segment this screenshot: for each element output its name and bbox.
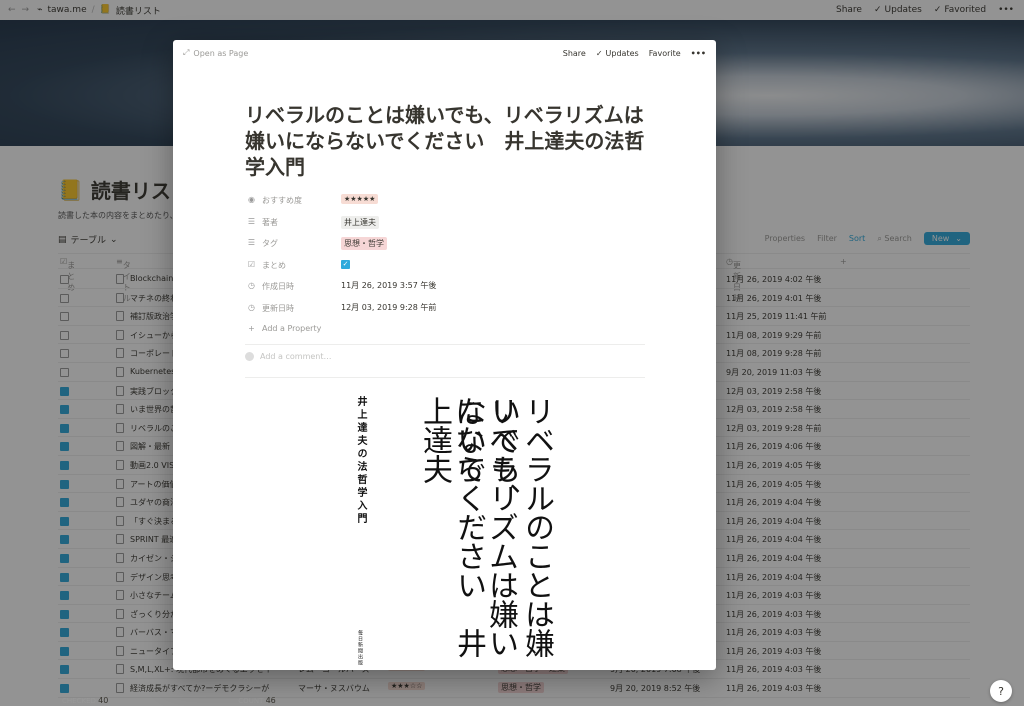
property-label: 著者 xyxy=(262,217,278,227)
modal-toolbar: ⤢ Open as Page Share ✓ Updates Favorite ••… xyxy=(173,40,716,66)
updates-button[interactable]: ✓ Updates xyxy=(596,49,639,58)
help-button[interactable]: ? xyxy=(990,680,1012,702)
add-property-button[interactable]: + Add a Property xyxy=(245,319,645,341)
tag-value: 思想・哲学 xyxy=(341,237,387,250)
plus-icon: + xyxy=(248,324,255,333)
updated-value: 12月 03, 2019 9:28 午前 xyxy=(341,302,437,312)
avatar xyxy=(245,352,254,361)
checked-label: CHECKED xyxy=(62,697,96,705)
property-label: おすすめ度 xyxy=(262,196,302,205)
count-summary: COUNT 46 xyxy=(238,696,275,705)
divider xyxy=(245,377,645,378)
created-value: 11月 26, 2019 3:57 午後 xyxy=(341,281,437,290)
updates-label: Updates xyxy=(605,48,639,58)
comment-input[interactable]: Add a comment… xyxy=(245,352,331,361)
comment-placeholder: Add a comment… xyxy=(260,352,332,361)
property-author[interactable]: ☰ 著者 井上達夫 xyxy=(245,212,645,234)
book-title-line-3: ないでください 井上達夫 xyxy=(417,396,486,657)
table-footer: CHECKED 40 COUNT 46 xyxy=(62,696,276,705)
list-icon: ☰ xyxy=(247,238,256,247)
property-summary[interactable]: ☑ まとめ ✓ xyxy=(245,255,645,277)
count-value: 46 xyxy=(265,696,276,705)
book-subtitle: 井上達夫の法哲学入門 xyxy=(355,396,366,526)
property-label: 更新日時 xyxy=(262,303,294,313)
add-property-label: Add a Property xyxy=(262,324,322,333)
divider xyxy=(245,344,645,345)
select-icon: ◉ xyxy=(248,195,255,204)
property-created[interactable]: ◷ 作成日時 11月 26, 2019 3:57 午後 xyxy=(245,276,645,298)
book-cover-image: リベラルのことは嫌いでも、 リベラリズムは嫌いになら ないでください 井上達夫 … xyxy=(333,380,563,670)
checked-value: 40 xyxy=(98,696,109,705)
open-as-page-label: Open as Page xyxy=(193,48,249,58)
property-tag[interactable]: ☰ タグ 思想・哲学 xyxy=(245,233,645,255)
more-icon[interactable]: ••• xyxy=(691,49,706,58)
property-label: まとめ xyxy=(262,260,286,270)
check-icon: ✓ xyxy=(341,259,350,269)
list-icon: ☰ xyxy=(247,216,256,226)
favorite-button[interactable]: Favorite xyxy=(649,49,681,58)
check-icon: ✓ xyxy=(595,48,603,58)
property-updated[interactable]: ◷ 更新日時 12月 03, 2019 9:28 午前 xyxy=(245,298,645,320)
summary-checkbox[interactable]: ✓ xyxy=(341,259,350,269)
property-list: ◉ おすすめ度 ★★★★★ ☰ 著者 井上達夫 ☰ タグ 思想・哲学 ☑ まとめ… xyxy=(245,190,645,341)
open-as-page-button[interactable]: ⤢ Open as Page xyxy=(183,48,248,58)
property-label: タグ xyxy=(262,239,278,248)
clock-icon: ◷ xyxy=(248,302,255,312)
count-label: COUNT xyxy=(238,697,264,705)
checked-summary: CHECKED 40 xyxy=(62,696,108,705)
share-button[interactable]: Share xyxy=(563,49,586,58)
author-value: 井上達夫 xyxy=(341,215,379,229)
property-rating[interactable]: ◉ おすすめ度 ★★★★★ xyxy=(245,190,645,212)
rating-value: ★★★★★ xyxy=(341,194,379,204)
property-label: 作成日時 xyxy=(262,282,294,291)
modal-actions: Share ✓ Updates Favorite ••• xyxy=(563,49,716,58)
checkbox-icon: ☑ xyxy=(247,259,256,269)
page-title[interactable]: リベラルのことは嫌いでも、リベラリズムは嫌いにならないでください 井上達夫の法哲… xyxy=(245,102,645,180)
page-peek-modal: ⤢ Open as Page Share ✓ Updates Favorite ••… xyxy=(173,40,716,670)
book-publisher: 毎日新聞出版 xyxy=(357,630,363,666)
expand-icon: ⤢ xyxy=(183,48,190,57)
clock-icon: ◷ xyxy=(248,281,255,290)
